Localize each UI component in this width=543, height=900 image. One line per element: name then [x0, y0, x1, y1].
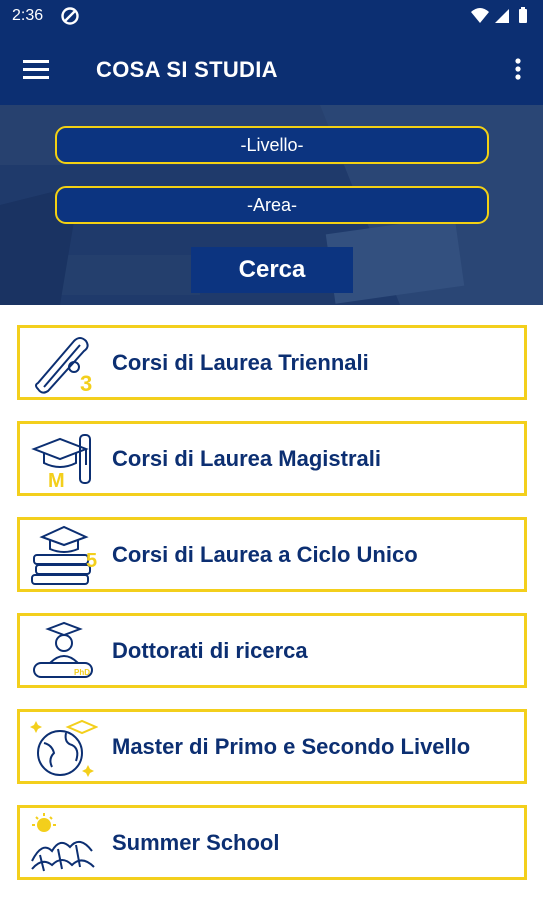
course-card-ciclo-unico[interactable]: 5 Corsi di Laurea a Ciclo Unico [17, 517, 527, 592]
app-bar: COSA SI STUDIA [0, 33, 543, 105]
data-saver-icon [61, 7, 79, 25]
more-options-icon[interactable] [511, 55, 525, 83]
svg-text:5: 5 [86, 550, 97, 572]
globe-graduation-cap-icon [30, 719, 98, 777]
course-card-master[interactable]: Master di Primo e Secondo Livello [17, 709, 527, 784]
area-dropdown[interactable]: -Area- [55, 186, 489, 224]
course-label: Dottorati di ricerca [112, 638, 308, 663]
course-card-summer-school[interactable]: Summer School [17, 805, 527, 880]
system-status-icons [471, 7, 527, 23]
hamburger-menu-icon[interactable] [22, 55, 52, 83]
course-label: Corsi di Laurea a Ciclo Unico [112, 542, 418, 567]
course-card-magistrali[interactable]: M Corsi di Laurea Magistrali [17, 421, 527, 496]
course-label: Corsi di Laurea Magistrali [112, 446, 381, 471]
sun-waves-icon [31, 813, 95, 872]
level-dropdown[interactable]: -Livello- [55, 126, 489, 164]
course-card-triennali[interactable]: 3 Corsi di Laurea Triennali [17, 325, 527, 400]
graduation-cap-scroll-icon: M [31, 434, 91, 491]
page-title: COSA SI STUDIA [96, 57, 278, 82]
course-label: Corsi di Laurea Triennali [112, 350, 369, 375]
status-bar: 2:36 [0, 0, 543, 33]
svg-text:3: 3 [80, 371, 92, 395]
books-graduation-cap-icon: 5 [31, 525, 97, 585]
svg-text:PhD: PhD [74, 668, 90, 677]
signal-icon [495, 9, 509, 23]
course-label: Summer School [112, 830, 280, 855]
doctorate-graduate-icon: PhD [33, 621, 93, 678]
status-time: 2:36 [12, 7, 44, 24]
search-panel: -Livello- -Area- Cerca [0, 105, 543, 305]
svg-text:M: M [48, 470, 65, 491]
battery-icon [519, 9, 527, 23]
course-label: Master di Primo e Secondo Livello [112, 734, 471, 759]
course-card-dottorati[interactable]: PhD Dottorati di ricerca [17, 613, 527, 688]
diploma-scroll-3-icon: 3 [35, 337, 92, 395]
wifi-icon [471, 8, 489, 23]
search-button[interactable]: Cerca [191, 247, 353, 293]
